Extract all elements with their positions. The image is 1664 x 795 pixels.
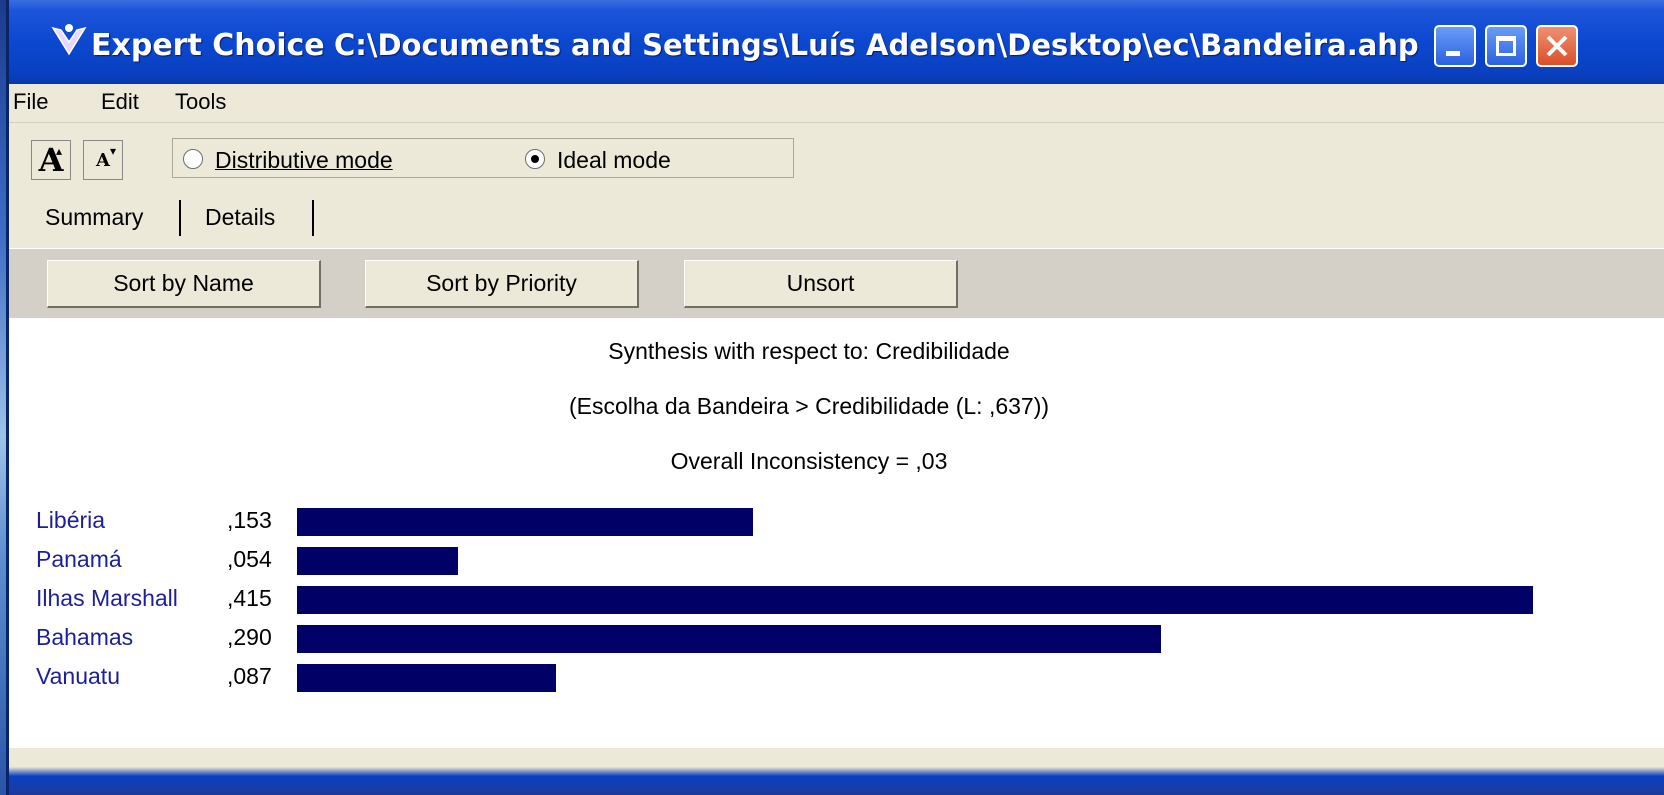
- priority-bar: [297, 547, 458, 575]
- maximize-icon: [1496, 36, 1516, 56]
- priority-bar: [297, 586, 1533, 614]
- decrease-font-button[interactable]: A ▾: [83, 140, 123, 180]
- menu-bar: File Edit Tools: [9, 84, 1664, 123]
- priority-value: ,087: [227, 663, 272, 689]
- app-window: Expert Choice C:\Documents and Settings\…: [6, 0, 1664, 795]
- expert-choice-logo-icon: [51, 24, 87, 56]
- priority-value: ,290: [227, 624, 272, 650]
- app-title: Expert Choice: [91, 28, 325, 63]
- synthesis-panel: Synthesis with respect to: Credibilidade…: [9, 318, 1664, 748]
- sort-by-priority-button[interactable]: Sort by Priority: [365, 260, 639, 308]
- priority-bar: [297, 508, 753, 536]
- minimize-icon: [1446, 51, 1460, 56]
- toolbar: A ▴ A ▾ Distributive mode Ideal mode: [9, 130, 1664, 188]
- overall-inconsistency: Overall Inconsistency = ,03: [670, 448, 948, 474]
- alternative-name: Bahamas: [36, 624, 134, 650]
- close-icon: [1546, 35, 1568, 57]
- synthesis-path: (Escolha da Bandeira > Credibilidade (L:…: [568, 393, 1050, 419]
- alternative-name: Ilhas Marshall: [36, 585, 178, 611]
- priority-row: Panamá ,054: [9, 543, 1609, 577]
- tab-divider: [312, 200, 314, 236]
- menu-edit[interactable]: Edit: [101, 89, 139, 115]
- priority-value: ,415: [227, 585, 272, 611]
- distributive-mode-radio[interactable]: [183, 149, 203, 169]
- ideal-mode-radio[interactable]: [525, 149, 545, 169]
- sort-button-strip: Sort by Name Sort by Priority Unsort: [9, 248, 1664, 319]
- mode-selector: Distributive mode Ideal mode: [172, 138, 794, 178]
- alternative-name: Panamá: [36, 546, 122, 572]
- priority-row: Bahamas ,290: [9, 621, 1609, 655]
- sort-by-name-button[interactable]: Sort by Name: [47, 260, 321, 308]
- tab-divider: [179, 200, 181, 236]
- maximize-button[interactable]: [1485, 25, 1527, 67]
- priority-value: ,054: [227, 546, 272, 572]
- priority-value: ,153: [227, 507, 272, 533]
- menu-file[interactable]: File: [13, 89, 48, 115]
- priority-bar: [297, 664, 556, 692]
- tab-summary[interactable]: Summary: [45, 204, 143, 231]
- unsort-button[interactable]: Unsort: [684, 260, 958, 308]
- menu-tools[interactable]: Tools: [175, 89, 226, 115]
- window-bottom-frame: [9, 748, 1664, 795]
- priority-row: Libéria ,153: [9, 504, 1609, 538]
- priority-bar: [297, 625, 1161, 653]
- close-button[interactable]: [1536, 25, 1578, 67]
- title-bar[interactable]: Expert Choice C:\Documents and Settings\…: [9, 0, 1664, 84]
- tab-bar: Summary Details: [9, 196, 1664, 244]
- ideal-mode-label[interactable]: Ideal mode: [557, 147, 671, 174]
- increase-font-button[interactable]: A ▴: [31, 140, 71, 180]
- priority-row: Vanuatu ,087: [9, 660, 1609, 694]
- distributive-mode-label[interactable]: Distributive mode: [215, 147, 393, 174]
- minimize-button[interactable]: [1434, 25, 1476, 67]
- file-path: C:\Documents and Settings\Luís Adelson\D…: [334, 28, 1419, 62]
- synthesis-title: Synthesis with respect to: Credibilidade: [608, 338, 1010, 364]
- decrease-font-icon: A: [96, 149, 110, 171]
- tab-details[interactable]: Details: [205, 204, 275, 231]
- priority-row: Ilhas Marshall ,415: [9, 582, 1609, 616]
- alternative-name: Libéria: [36, 507, 106, 533]
- radio-selected-dot: [531, 155, 539, 163]
- alternative-name: Vanuatu: [36, 663, 120, 689]
